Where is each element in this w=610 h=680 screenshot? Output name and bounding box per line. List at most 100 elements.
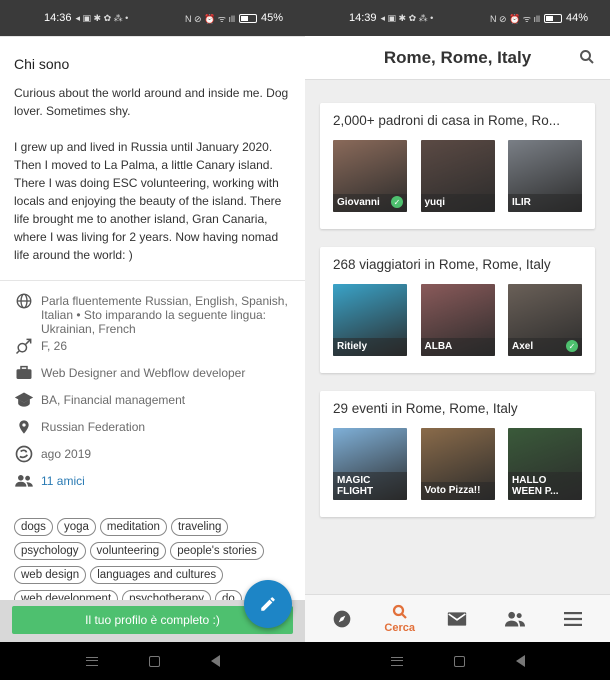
tab-search[interactable]: Cerca xyxy=(375,603,425,634)
recent-apps-icon[interactable] xyxy=(390,656,403,666)
profile-facts: Parla fluentemente Russian, English, Spa… xyxy=(14,291,291,498)
interest-tag: traveling xyxy=(170,518,229,536)
notification-icons: ◂ ▣ ✱ ✿ ⁂ • xyxy=(75,12,129,23)
status-time: 14:36 xyxy=(44,12,72,24)
pencil-icon xyxy=(261,597,275,611)
verified-check-icon: ✓ xyxy=(566,340,578,352)
divider xyxy=(0,36,305,37)
thumbnail-caption: HALLO WEEN P... xyxy=(508,472,582,500)
city-cards[interactable]: 2,000+ padroni di casa in Rome, Ro... Gio… xyxy=(305,81,610,594)
couchsurfing-logo-icon xyxy=(14,444,34,464)
people-icon xyxy=(14,471,34,491)
card-title[interactable]: 2,000+ padroni di casa in Rome, Ro... xyxy=(333,113,582,128)
back-icon[interactable] xyxy=(210,655,220,667)
occupation-text: Web Designer and Webflow developer xyxy=(41,366,246,380)
battery-percent: 44% xyxy=(565,12,588,24)
interest-tag: web design xyxy=(14,566,87,584)
education-text: BA, Financial management xyxy=(41,393,186,407)
thumbnail[interactable]: ALBA xyxy=(420,284,495,356)
battery-icon xyxy=(543,13,562,23)
thumbnail-row: Giovanni ✓ yuqi ILIR xyxy=(333,140,582,212)
location-pin-icon xyxy=(14,417,34,437)
profile-content[interactable]: Chi sono Curious about the world around … xyxy=(0,36,305,606)
home-icon[interactable] xyxy=(453,655,465,667)
thumbnail-caption: Voto Pizza!! xyxy=(420,482,495,500)
profile-screen: 14:36 ◂ ▣ ✱ ✿ ⁂ • N ⊘ ⏰ ᯤ ıll 45% Chi so… xyxy=(0,0,305,680)
back-icon[interactable] xyxy=(515,655,525,667)
thumbnail-caption: MAGIC FLIGHT xyxy=(333,472,407,500)
battery-percent: 45% xyxy=(260,12,283,24)
compass-icon xyxy=(333,610,351,627)
thumbnail[interactable]: HALLO WEEN P... xyxy=(508,428,582,500)
interest-tag: languages and cultures xyxy=(90,566,224,584)
thumbnail[interactable]: yuqi xyxy=(420,140,495,212)
tab-menu[interactable] xyxy=(548,611,598,626)
recent-apps-icon[interactable] xyxy=(85,656,98,666)
gender-age-text: F, 26 xyxy=(41,339,68,353)
page-title: Rome, Rome, Italy xyxy=(383,47,532,67)
about-paragraph: Curious about the world around and insid… xyxy=(14,86,289,118)
fact-gender-age: F, 26 xyxy=(14,336,291,363)
system-nav-bar xyxy=(0,642,305,680)
thumbnail-row: MAGIC FLIGHT Voto Pizza!! HALLO WEEN P... xyxy=(333,428,582,500)
home-icon[interactable] xyxy=(148,655,160,667)
tab-friends[interactable] xyxy=(490,610,540,628)
signal-icons: N ⊘ ⏰ ᯤ ıll xyxy=(490,13,540,24)
interest-tag: volunteering xyxy=(89,542,167,560)
thumbnail-caption: Ritiely xyxy=(333,338,407,356)
thumbnail-caption: yuqi xyxy=(420,194,495,212)
interest-tag: dogs xyxy=(14,518,53,536)
thumbnail[interactable]: ILIR xyxy=(508,140,582,212)
thumbnail-caption: ALBA xyxy=(420,338,495,356)
fact-member-since: ago 2019 xyxy=(14,444,291,471)
fact-occupation: Web Designer and Webflow developer xyxy=(14,363,291,390)
briefcase-icon xyxy=(14,363,34,383)
card-title[interactable]: 268 viaggiatori in Rome, Rome, Italy xyxy=(333,257,582,272)
interest-tag: people's stories xyxy=(170,542,264,560)
search-button[interactable] xyxy=(578,48,596,71)
battery-icon xyxy=(238,13,257,23)
divider xyxy=(0,280,305,281)
fact-languages: Parla fluentemente Russian, English, Spa… xyxy=(14,291,291,336)
thumbnail[interactable]: Ritiely xyxy=(333,284,407,356)
fact-country: Russian Federation xyxy=(14,417,291,444)
graduation-cap-icon xyxy=(14,390,34,410)
fact-education: BA, Financial management xyxy=(14,390,291,417)
bottom-tab-bar: Cerca xyxy=(305,594,610,642)
thumbnail-row: Ritiely ALBA Axel ✓ xyxy=(333,284,582,356)
interest-tag: meditation xyxy=(99,518,167,536)
country-text: Russian Federation xyxy=(41,420,146,434)
about-heading: Chi sono xyxy=(14,56,70,72)
thumbnail[interactable]: Axel ✓ xyxy=(508,284,582,356)
city-screen: 14:39 ◂ ▣ ✱ ✿ ⁂ • N ⊘ ⏰ ᯤ ıll 44% Rome, … xyxy=(305,0,610,680)
search-icon xyxy=(392,604,407,619)
city-header: Rome, Rome, Italy xyxy=(305,36,610,80)
status-time: 14:39 xyxy=(349,12,377,24)
system-nav-bar xyxy=(305,642,610,680)
mail-icon xyxy=(448,611,467,626)
status-bar: 14:39 ◂ ▣ ✱ ✿ ⁂ • N ⊘ ⏰ ᯤ ıll 44% xyxy=(305,0,610,36)
city-card[interactable]: 2,000+ padroni di casa in Rome, Ro... Gio… xyxy=(320,103,595,229)
notification-icons: ◂ ▣ ✱ ✿ ⁂ • xyxy=(380,12,434,23)
languages-text: Parla fluentemente Russian, English, Spa… xyxy=(41,294,288,336)
tab-dashboard[interactable] xyxy=(317,609,367,629)
thumbnail-caption: ILIR xyxy=(508,194,582,212)
interest-tag: psychology xyxy=(14,542,86,560)
card-title[interactable]: 29 eventi in Rome, Rome, Italy xyxy=(333,401,582,416)
tab-search-label: Cerca xyxy=(384,622,415,634)
gender-icon xyxy=(14,336,34,356)
tab-messages[interactable] xyxy=(432,611,482,627)
city-card[interactable]: 29 eventi in Rome, Rome, Italy MAGIC FLIG… xyxy=(320,391,595,517)
verified-check-icon: ✓ xyxy=(391,196,403,208)
menu-icon xyxy=(564,611,583,626)
status-bar: 14:36 ◂ ▣ ✱ ✿ ⁂ • N ⊘ ⏰ ᯤ ıll 45% xyxy=(0,0,305,36)
thumbnail[interactable]: Voto Pizza!! xyxy=(420,428,495,500)
thumbnail[interactable]: MAGIC FLIGHT xyxy=(333,428,407,500)
people-icon xyxy=(505,611,526,626)
fact-friends[interactable]: 11 amici xyxy=(14,471,291,498)
interest-tag: yoga xyxy=(56,518,96,536)
thumbnail[interactable]: Giovanni ✓ xyxy=(333,140,407,212)
friends-link[interactable]: 11 amici xyxy=(41,471,85,488)
edit-profile-button[interactable] xyxy=(244,580,292,628)
city-card[interactable]: 268 viaggiatori in Rome, Rome, Italy Riti… xyxy=(320,247,595,373)
